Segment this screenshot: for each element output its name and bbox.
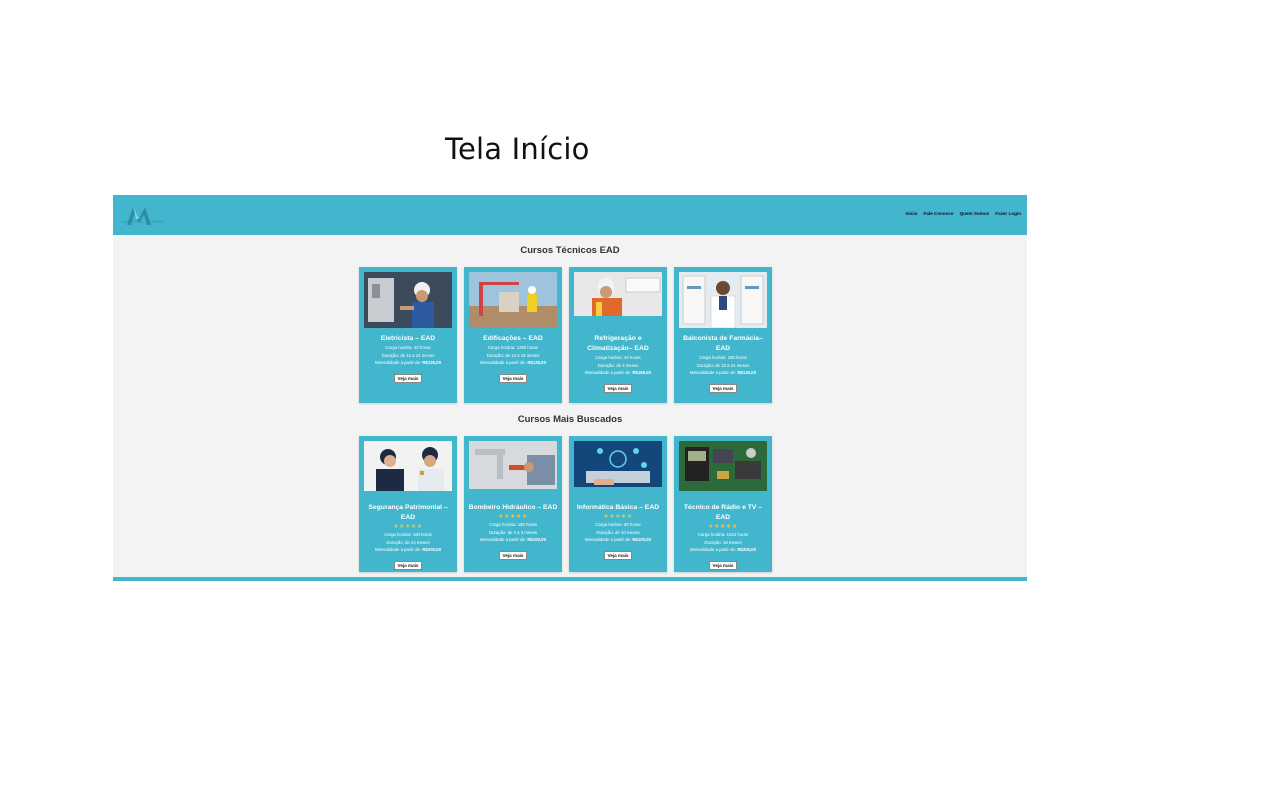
- laptop-image-icon: [574, 441, 662, 487]
- nav-fale-conosco[interactable]: Fale Conosco: [923, 211, 953, 216]
- course-card[interactable]: Eletricista – EAD Carga horária: 40 horas…: [359, 267, 457, 403]
- course-duration: Duração: de 24 meses: [386, 539, 430, 545]
- course-card[interactable]: Técnico de Rádio e TV – EAD ★★★★★ Carga ho…: [674, 436, 772, 572]
- slide-title: Tela Início: [445, 132, 590, 166]
- course-card[interactable]: Refrigeração e Climatização– EAD Carga ho…: [569, 267, 667, 403]
- course-price-line: Mensalidade a partir de: R$135,00: [359, 359, 457, 367]
- nav-fazer-login[interactable]: Fazer Login: [995, 211, 1021, 216]
- course-duration: Duração: de 3 meses: [597, 362, 639, 368]
- course-price-label: Mensalidade a partir de:: [690, 370, 737, 376]
- veja-mais-button[interactable]: Veja mais: [603, 550, 633, 560]
- course-name: Informática Básica – EAD: [576, 504, 660, 511]
- course-duration: Duração: de 10 meses: [596, 529, 640, 535]
- logo-icon[interactable]: [119, 201, 167, 229]
- course-name: Eletricista – EAD: [380, 335, 436, 342]
- course-price: R$100,00: [527, 537, 546, 543]
- course-card[interactable]: Bombeiro Hidráulico – EAD ★★★★★ Carga horá…: [464, 436, 562, 572]
- courses-grid-tecnicos: Eletricista – EAD Carga horária: 40 horas…: [359, 267, 772, 403]
- course-workload: Carga horária: 40 horas: [595, 355, 641, 360]
- veja-mais-button[interactable]: Veja mais: [393, 373, 423, 383]
- course-price: R$200,00: [422, 547, 441, 553]
- footer-bar: [113, 577, 1027, 581]
- website-screenshot: MARTINS CURSOS Início Fale Conosco Quem …: [113, 195, 1027, 581]
- course-duration: Duração: de 2 a 3 meses: [488, 529, 537, 535]
- course-price-label: Mensalidade a partir de:: [585, 537, 632, 543]
- course-price-label: Mensalidade a partir de:: [375, 547, 422, 553]
- hvac-technician-image-icon: [574, 272, 662, 316]
- course-price: R$125,00: [737, 370, 756, 376]
- electronics-board-image-icon: [679, 441, 767, 491]
- course-workload: Carga horária: 40 horas: [385, 345, 431, 350]
- course-name: Bombeiro Hidráulico – EAD: [468, 504, 558, 511]
- course-card[interactable]: Informática Básica – EAD ★★★★★ Carga horár…: [569, 436, 667, 572]
- plumber-image-icon: [469, 441, 557, 489]
- rating-stars-icon: ★★★★★: [603, 514, 633, 520]
- course-price-label: Mensalidade a partir de:: [480, 360, 527, 366]
- course-price: R$100,00: [632, 537, 651, 543]
- security-guard-image-icon: [364, 441, 452, 491]
- course-duration: Duração: de 12 a 24 meses: [381, 352, 435, 358]
- site-header: MARTINS CURSOS Início Fale Conosco Quem …: [113, 195, 1027, 235]
- course-price-line: Mensalidade a partir de: R$200,00: [359, 546, 457, 554]
- course-workload: Carga horária: 1024 horas: [697, 532, 749, 537]
- course-price: R$200,00: [737, 547, 756, 553]
- course-workload: Carga horária: 60 horas: [595, 522, 641, 527]
- veja-mais-button[interactable]: Veja mais: [708, 560, 738, 570]
- rating-stars-icon: ★★★★★: [393, 524, 423, 530]
- course-price-label: Mensalidade a partir de:: [375, 360, 422, 366]
- course-card[interactable]: Edificações – EAD Carga horária: 1260 hor…: [464, 267, 562, 403]
- course-workload: Carga horária: 180 horas: [489, 522, 537, 527]
- course-price-label: Mensalidade a partir de:: [585, 370, 632, 376]
- veja-mais-button[interactable]: Veja mais: [708, 383, 738, 393]
- course-price-line: Mensalidade a partir de: R$100,00: [569, 536, 667, 544]
- electrician-image-icon: [364, 272, 452, 328]
- main-nav: Início Fale Conosco Quem Somos Fazer Log…: [905, 211, 1021, 216]
- veja-mais-button[interactable]: Veja mais: [498, 373, 528, 383]
- course-price: R$165,00: [632, 370, 651, 376]
- rating-stars-icon: ★★★★★: [498, 514, 528, 520]
- course-workload: Carga horária: 180 horas: [699, 355, 747, 360]
- course-name: Balconista de Farmácia–EAD: [683, 335, 763, 352]
- course-name: Técnico de Rádio e TV – EAD: [683, 504, 763, 521]
- course-price-label: Mensalidade a partir de:: [690, 547, 737, 553]
- veja-mais-button[interactable]: Veja mais: [498, 550, 528, 560]
- course-price-line: Mensalidade a partir de: R$100,00: [464, 536, 562, 544]
- course-name: Edificações – EAD: [483, 335, 543, 342]
- course-price: R$135,00: [527, 360, 546, 366]
- course-workload: Carga horária: 180 horas: [384, 532, 432, 537]
- veja-mais-button[interactable]: Veja mais: [393, 560, 423, 570]
- courses-grid-buscados: Segurança Patrimonial – EAD ★★★★★ Carga ho…: [359, 436, 772, 572]
- course-price-line: Mensalidade a partir de: R$125,00: [674, 369, 772, 377]
- course-name: Segurança Patrimonial – EAD: [368, 504, 448, 521]
- course-card[interactable]: Segurança Patrimonial – EAD ★★★★★ Carga ho…: [359, 436, 457, 572]
- course-price-line: Mensalidade a partir de: R$135,00: [464, 359, 562, 367]
- course-price-line: Mensalidade a partir de: R$165,00: [569, 369, 667, 377]
- section-title-buscados: Cursos Mais Buscados: [517, 414, 623, 425]
- nav-quem-somos[interactable]: Quem Somos: [960, 211, 990, 216]
- course-card[interactable]: Balconista de Farmácia–EAD Carga horária:…: [674, 267, 772, 403]
- course-price: R$135,00: [422, 360, 441, 366]
- logo-text: MARTINS CURSOS: [123, 220, 165, 224]
- course-price-line: Mensalidade a partir de: R$200,00: [674, 546, 772, 554]
- course-duration: Duração: de 12 a 24 meses: [696, 362, 750, 368]
- nav-inicio[interactable]: Início: [905, 211, 917, 216]
- course-price-label: Mensalidade a partir de:: [480, 537, 527, 543]
- pharmacist-image-icon: [679, 272, 767, 328]
- course-duration: Duração: 18 meses: [704, 539, 742, 545]
- rating-stars-icon: ★★★★★: [708, 524, 738, 530]
- course-duration: Duração: de 12 a 18 meses: [486, 352, 540, 358]
- section-title-tecnicos: Cursos Técnicos EAD: [520, 245, 620, 256]
- construction-image-icon: [469, 272, 557, 328]
- course-workload: Carga horária: 1260 horas: [487, 345, 539, 350]
- veja-mais-button[interactable]: Veja mais: [603, 383, 633, 393]
- course-name: Refrigeração e Climatização– EAD: [587, 335, 649, 352]
